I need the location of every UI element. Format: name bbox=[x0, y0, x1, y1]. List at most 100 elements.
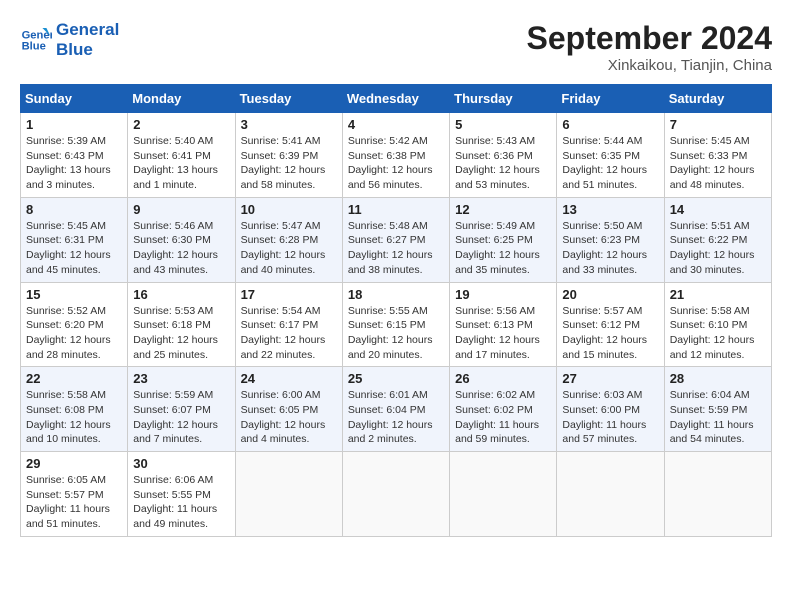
day-number: 11 bbox=[348, 202, 444, 217]
day-detail: Sunrise: 5:46 AMSunset: 6:30 PMDaylight:… bbox=[133, 219, 229, 278]
day-number: 13 bbox=[562, 202, 658, 217]
day-detail: Sunrise: 5:55 AMSunset: 6:15 PMDaylight:… bbox=[348, 304, 444, 363]
logo: General Blue General Blue bbox=[20, 20, 119, 61]
day-detail: Sunrise: 5:42 AMSunset: 6:38 PMDaylight:… bbox=[348, 134, 444, 193]
day-detail: Sunrise: 6:06 AMSunset: 5:55 PMDaylight:… bbox=[133, 473, 229, 532]
day-number: 1 bbox=[26, 117, 122, 132]
calendar-cell bbox=[664, 452, 771, 537]
day-detail: Sunrise: 5:52 AMSunset: 6:20 PMDaylight:… bbox=[26, 304, 122, 363]
day-detail: Sunrise: 5:49 AMSunset: 6:25 PMDaylight:… bbox=[455, 219, 551, 278]
day-detail: Sunrise: 6:02 AMSunset: 6:02 PMDaylight:… bbox=[455, 388, 551, 447]
calendar-week-5: 29 Sunrise: 6:05 AMSunset: 5:57 PMDayligh… bbox=[21, 452, 772, 537]
day-detail: Sunrise: 5:47 AMSunset: 6:28 PMDaylight:… bbox=[241, 219, 337, 278]
header: General Blue General Blue September 2024… bbox=[20, 20, 772, 74]
title-area: September 2024 Xinkaikou, Tianjin, China bbox=[527, 20, 772, 74]
day-number: 4 bbox=[348, 117, 444, 132]
calendar-cell: 6Sunrise: 5:44 AMSunset: 6:35 PMDaylight… bbox=[557, 113, 664, 198]
calendar-week-1: 1 Sunrise: 5:39 AMSunset: 6:43 PMDaylight… bbox=[21, 113, 772, 198]
calendar-cell bbox=[342, 452, 449, 537]
day-detail: Sunrise: 6:05 AMSunset: 5:57 PMDaylight:… bbox=[26, 473, 122, 532]
day-number: 10 bbox=[241, 202, 337, 217]
svg-text:Blue: Blue bbox=[22, 41, 46, 53]
day-number: 17 bbox=[241, 287, 337, 302]
weekday-header-sunday: Sunday bbox=[21, 85, 128, 113]
calendar-week-3: 15Sunrise: 5:52 AMSunset: 6:20 PMDayligh… bbox=[21, 282, 772, 367]
weekday-header-wednesday: Wednesday bbox=[342, 85, 449, 113]
day-detail: Sunrise: 5:54 AMSunset: 6:17 PMDaylight:… bbox=[241, 304, 337, 363]
day-detail: Sunrise: 6:04 AMSunset: 5:59 PMDaylight:… bbox=[670, 388, 766, 447]
day-detail: Sunrise: 5:41 AMSunset: 6:39 PMDaylight:… bbox=[241, 134, 337, 193]
day-number: 14 bbox=[670, 202, 766, 217]
calendar-cell bbox=[235, 452, 342, 537]
calendar-cell: 2 Sunrise: 5:40 AMSunset: 6:41 PMDaylight… bbox=[128, 113, 235, 198]
calendar-cell: 27 Sunrise: 6:03 AMSunset: 6:00 PMDayligh… bbox=[557, 367, 664, 452]
calendar-cell: 19 Sunrise: 5:56 AMSunset: 6:13 PMDayligh… bbox=[450, 282, 557, 367]
day-number: 26 bbox=[455, 371, 551, 386]
day-detail: Sunrise: 5:48 AMSunset: 6:27 PMDaylight:… bbox=[348, 219, 444, 278]
weekday-header-monday: Monday bbox=[128, 85, 235, 113]
calendar-cell: 11 Sunrise: 5:48 AMSunset: 6:27 PMDayligh… bbox=[342, 197, 449, 282]
calendar-cell: 15Sunrise: 5:52 AMSunset: 6:20 PMDayligh… bbox=[21, 282, 128, 367]
calendar-cell: 1 Sunrise: 5:39 AMSunset: 6:43 PMDaylight… bbox=[21, 113, 128, 198]
day-number: 25 bbox=[348, 371, 444, 386]
month-title: September 2024 bbox=[527, 20, 772, 57]
day-detail: Sunrise: 5:51 AMSunset: 6:22 PMDaylight:… bbox=[670, 219, 766, 278]
day-number: 23 bbox=[133, 371, 229, 386]
calendar-cell: 8Sunrise: 5:45 AMSunset: 6:31 PMDaylight… bbox=[21, 197, 128, 282]
calendar-cell: 23 Sunrise: 5:59 AMSunset: 6:07 PMDayligh… bbox=[128, 367, 235, 452]
day-detail: Sunrise: 6:00 AMSunset: 6:05 PMDaylight:… bbox=[241, 388, 337, 447]
day-number: 20 bbox=[562, 287, 658, 302]
day-number: 27 bbox=[562, 371, 658, 386]
day-number: 9 bbox=[133, 202, 229, 217]
day-number: 12 bbox=[455, 202, 551, 217]
weekday-header-thursday: Thursday bbox=[450, 85, 557, 113]
day-detail: Sunrise: 6:03 AMSunset: 6:00 PMDaylight:… bbox=[562, 388, 658, 447]
calendar-cell: 7Sunrise: 5:45 AMSunset: 6:33 PMDaylight… bbox=[664, 113, 771, 198]
day-number: 5 bbox=[455, 117, 551, 132]
day-detail: Sunrise: 5:57 AMSunset: 6:12 PMDaylight:… bbox=[562, 304, 658, 363]
logo-blue: Blue bbox=[56, 40, 119, 60]
day-detail: Sunrise: 5:59 AMSunset: 6:07 PMDaylight:… bbox=[133, 388, 229, 447]
calendar-cell: 26 Sunrise: 6:02 AMSunset: 6:02 PMDayligh… bbox=[450, 367, 557, 452]
weekday-header-tuesday: Tuesday bbox=[235, 85, 342, 113]
day-detail: Sunrise: 5:58 AMSunset: 6:10 PMDaylight:… bbox=[670, 304, 766, 363]
calendar-cell: 29 Sunrise: 6:05 AMSunset: 5:57 PMDayligh… bbox=[21, 452, 128, 537]
day-number: 3 bbox=[241, 117, 337, 132]
logo-general: General bbox=[56, 20, 119, 40]
day-number: 18 bbox=[348, 287, 444, 302]
day-detail: Sunrise: 5:56 AMSunset: 6:13 PMDaylight:… bbox=[455, 304, 551, 363]
calendar-table: SundayMondayTuesdayWednesdayThursdayFrid… bbox=[20, 84, 772, 537]
calendar-cell: 10 Sunrise: 5:47 AMSunset: 6:28 PMDayligh… bbox=[235, 197, 342, 282]
day-detail: Sunrise: 5:39 AMSunset: 6:43 PMDaylight:… bbox=[26, 134, 122, 193]
calendar-cell: 5 Sunrise: 5:43 AMSunset: 6:36 PMDaylight… bbox=[450, 113, 557, 198]
day-detail: Sunrise: 6:01 AMSunset: 6:04 PMDaylight:… bbox=[348, 388, 444, 447]
day-number: 21 bbox=[670, 287, 766, 302]
weekday-header-row: SundayMondayTuesdayWednesdayThursdayFrid… bbox=[21, 85, 772, 113]
calendar-cell: 12 Sunrise: 5:49 AMSunset: 6:25 PMDayligh… bbox=[450, 197, 557, 282]
day-detail: Sunrise: 5:45 AMSunset: 6:31 PMDaylight:… bbox=[26, 219, 122, 278]
day-detail: Sunrise: 5:50 AMSunset: 6:23 PMDaylight:… bbox=[562, 219, 658, 278]
calendar-cell: 30Sunrise: 6:06 AMSunset: 5:55 PMDayligh… bbox=[128, 452, 235, 537]
calendar-cell: 17 Sunrise: 5:54 AMSunset: 6:17 PMDayligh… bbox=[235, 282, 342, 367]
calendar-cell: 9 Sunrise: 5:46 AMSunset: 6:30 PMDaylight… bbox=[128, 197, 235, 282]
calendar-cell: 13 Sunrise: 5:50 AMSunset: 6:23 PMDayligh… bbox=[557, 197, 664, 282]
logo-icon: General Blue bbox=[20, 24, 52, 56]
day-number: 16 bbox=[133, 287, 229, 302]
day-number: 2 bbox=[133, 117, 229, 132]
calendar-cell: 28 Sunrise: 6:04 AMSunset: 5:59 PMDayligh… bbox=[664, 367, 771, 452]
calendar-cell: 18 Sunrise: 5:55 AMSunset: 6:15 PMDayligh… bbox=[342, 282, 449, 367]
day-number: 28 bbox=[670, 371, 766, 386]
calendar-cell: 22Sunrise: 5:58 AMSunset: 6:08 PMDayligh… bbox=[21, 367, 128, 452]
day-detail: Sunrise: 5:44 AMSunset: 6:35 PMDaylight:… bbox=[562, 134, 658, 193]
day-number: 29 bbox=[26, 456, 122, 471]
calendar-cell: 4 Sunrise: 5:42 AMSunset: 6:38 PMDaylight… bbox=[342, 113, 449, 198]
weekday-header-friday: Friday bbox=[557, 85, 664, 113]
day-detail: Sunrise: 5:43 AMSunset: 6:36 PMDaylight:… bbox=[455, 134, 551, 193]
day-detail: Sunrise: 5:40 AMSunset: 6:41 PMDaylight:… bbox=[133, 134, 229, 193]
day-detail: Sunrise: 5:58 AMSunset: 6:08 PMDaylight:… bbox=[26, 388, 122, 447]
day-number: 19 bbox=[455, 287, 551, 302]
calendar-cell: 16Sunrise: 5:53 AMSunset: 6:18 PMDayligh… bbox=[128, 282, 235, 367]
calendar-cell bbox=[557, 452, 664, 537]
calendar-cell: 25 Sunrise: 6:01 AMSunset: 6:04 PMDayligh… bbox=[342, 367, 449, 452]
location-subtitle: Xinkaikou, Tianjin, China bbox=[527, 57, 772, 74]
